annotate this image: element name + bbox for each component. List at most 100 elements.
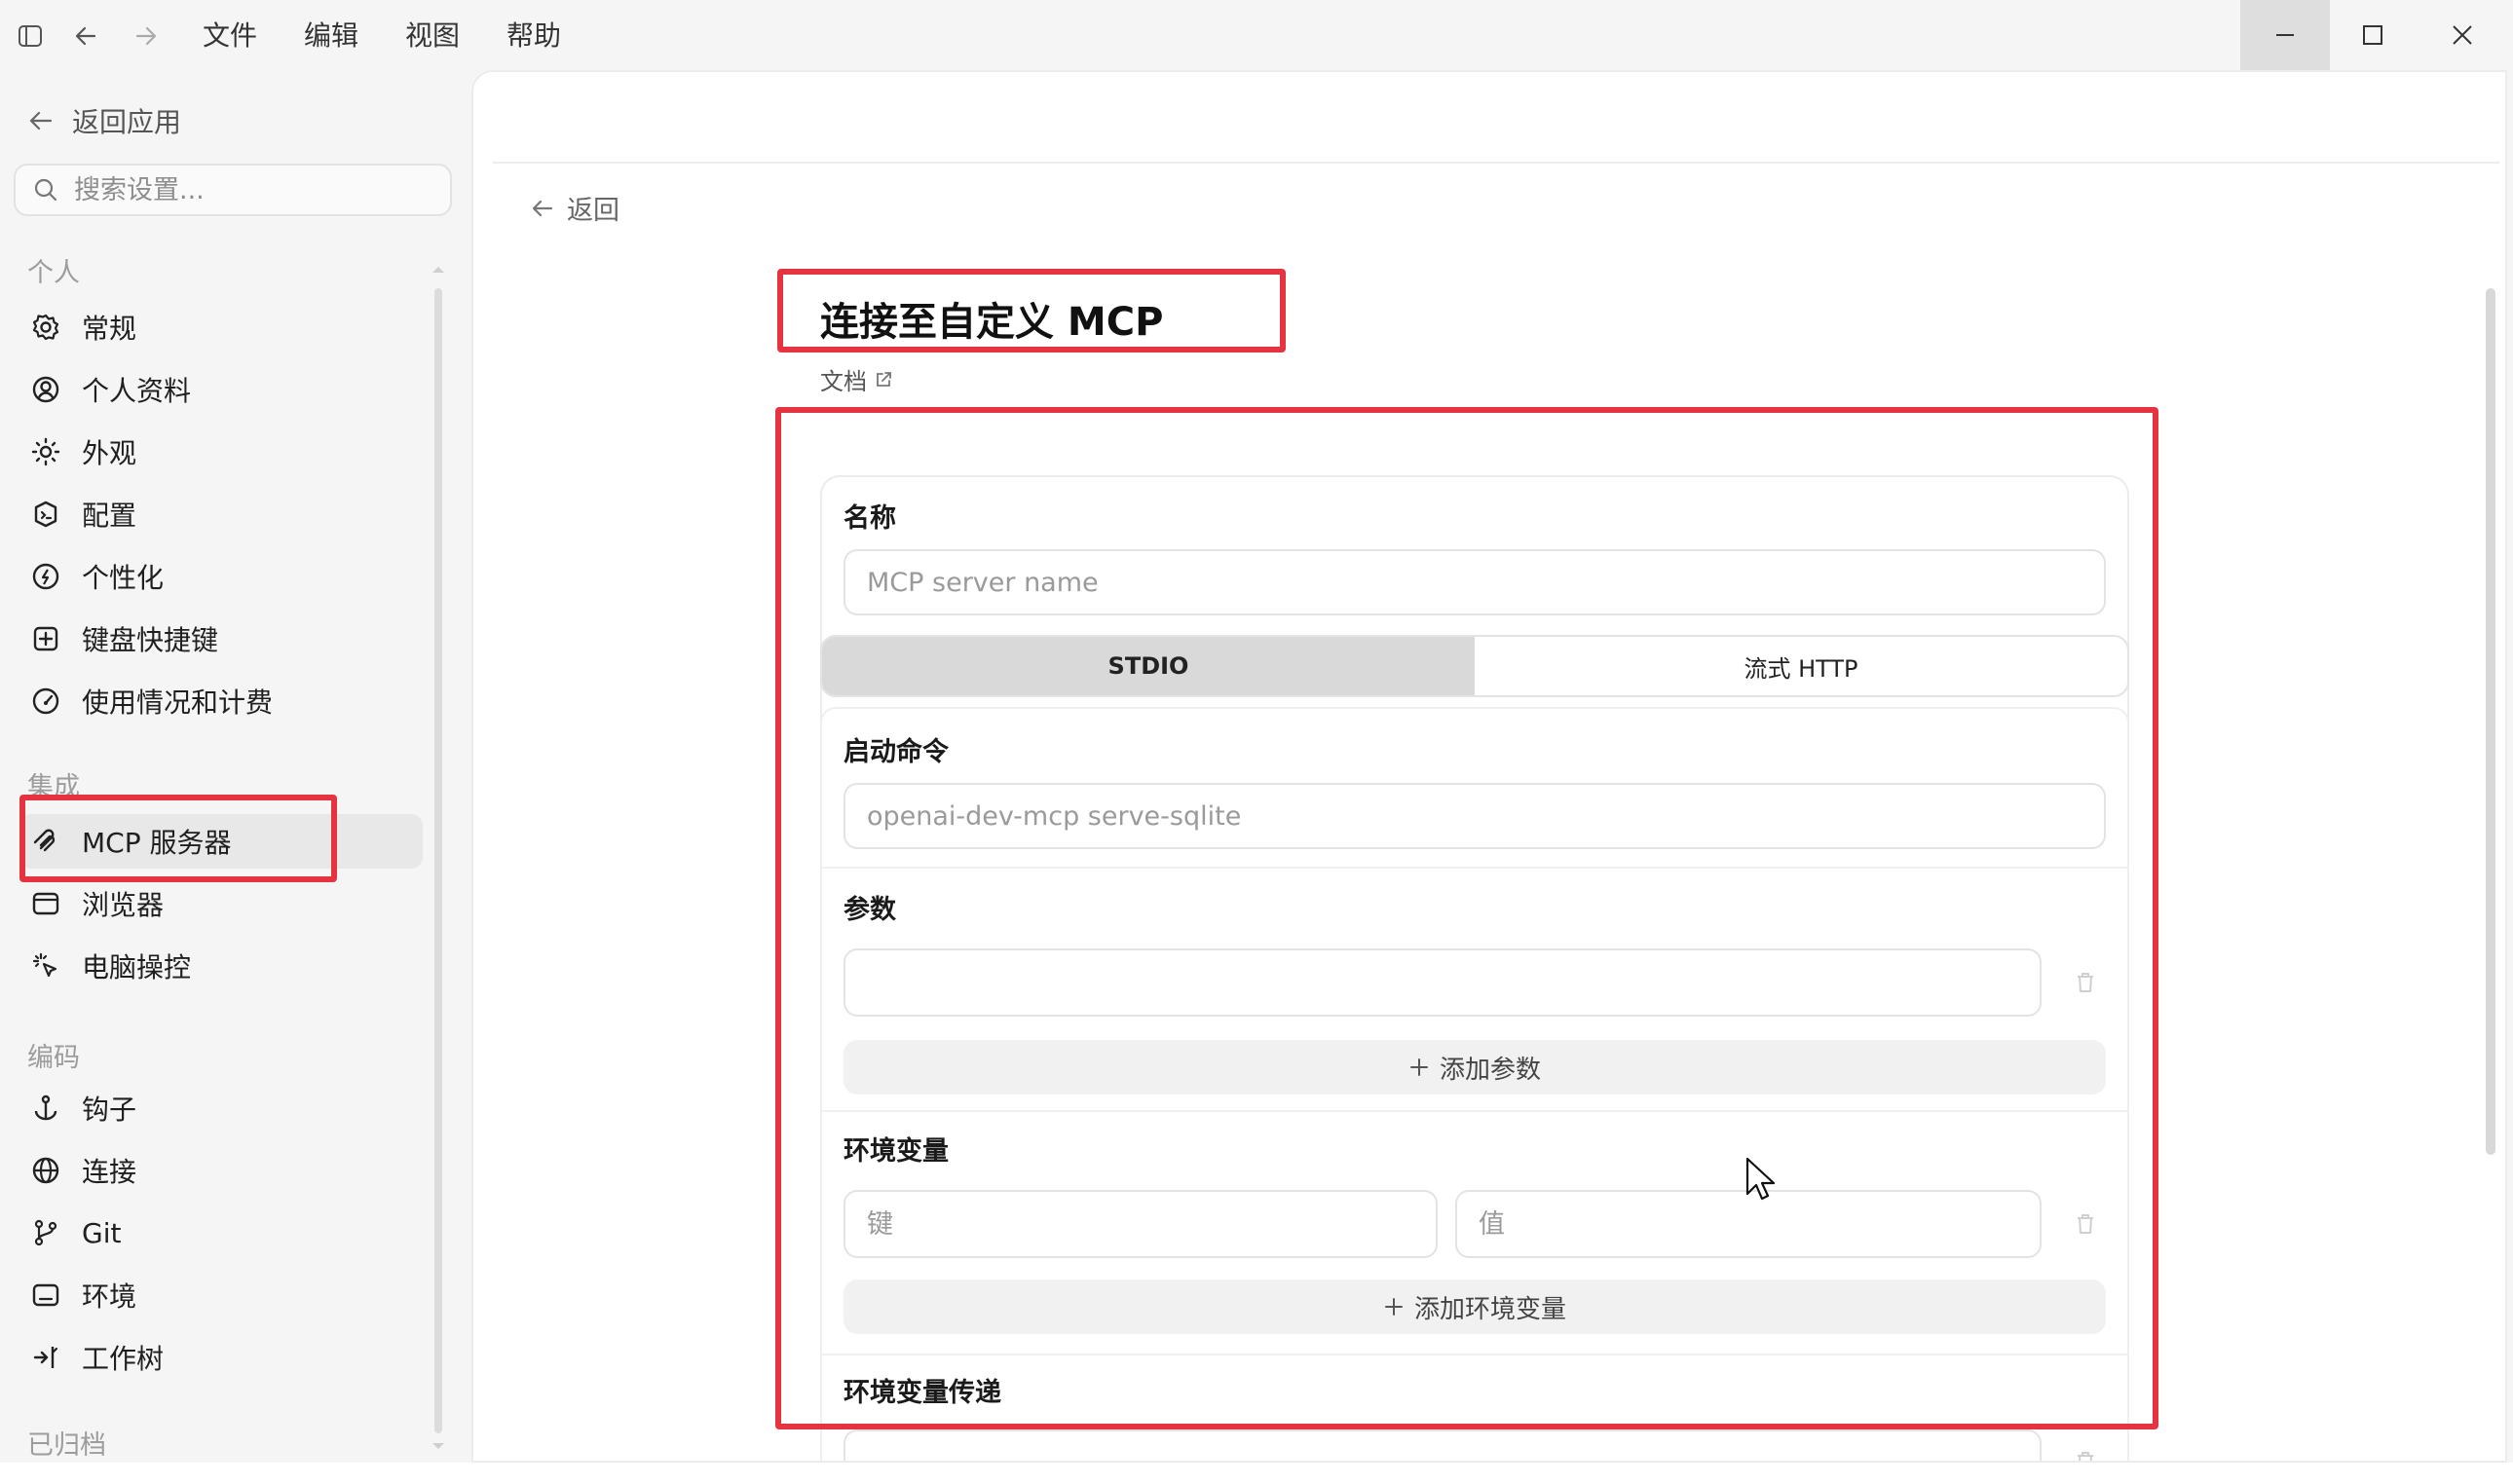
- title-bar: 文件 编辑 视图 帮助: [0, 0, 2513, 72]
- sidebar-item-profile[interactable]: 个人资料: [19, 362, 423, 417]
- sidebar-item-label: 连接: [82, 1156, 137, 1188]
- sidebar-item-mcp-servers[interactable]: MCP 服务器: [19, 814, 423, 869]
- sidebar-item-browser[interactable]: 浏览器: [19, 876, 423, 931]
- add-env-label: 添加环境变量: [1413, 1294, 1566, 1324]
- scroll-up-icon[interactable]: [429, 263, 448, 277]
- section-divider: [820, 1354, 2129, 1355]
- section-label-integrations: 集成: [27, 772, 80, 802]
- sidebar-item-computer-control[interactable]: 电脑操控: [19, 939, 423, 993]
- external-link-icon: [875, 371, 892, 389]
- sidebar-item-label: 浏览器: [82, 889, 165, 921]
- sidebar-toggle-icon[interactable]: [8, 0, 53, 72]
- sidebar-item-label: 使用情况和计费: [82, 686, 274, 719]
- menu-edit[interactable]: 编辑: [304, 18, 358, 55]
- menu-view[interactable]: 视图: [405, 18, 460, 55]
- section-label-coding: 编码: [27, 1043, 80, 1073]
- sun-icon: [29, 435, 62, 468]
- sidebar-item-keyboard-shortcuts[interactable]: 键盘快捷键: [19, 612, 423, 666]
- sidebar-scrollbar[interactable]: [434, 288, 442, 1433]
- content-scrollbar[interactable]: [2486, 288, 2495, 1155]
- argument-input[interactable]: [844, 948, 2042, 1017]
- sidebar-item-label: 常规: [82, 313, 137, 345]
- sidebar-item-hooks[interactable]: 钩子: [19, 1081, 423, 1135]
- arrow-left-icon: [530, 196, 555, 221]
- env-label: 环境变量: [844, 1136, 949, 1167]
- sidebar-item-connections[interactable]: 连接: [19, 1143, 423, 1198]
- header-divider: [493, 162, 2499, 164]
- maximize-button[interactable]: [2328, 0, 2418, 70]
- gauge-icon: [29, 685, 62, 718]
- nav-back-icon[interactable]: [64, 0, 107, 72]
- sidebar-item-label: 个人资料: [82, 375, 192, 407]
- add-env-button[interactable]: 添加环境变量: [844, 1280, 2106, 1334]
- docs-label: 文档: [820, 368, 867, 395]
- add-argument-button[interactable]: 添加参数: [844, 1040, 2106, 1094]
- minimize-button[interactable]: [2240, 0, 2330, 70]
- command-input[interactable]: [844, 783, 2106, 849]
- sidebar-item-label: 个性化: [82, 562, 165, 594]
- add-argument-label: 添加参数: [1439, 1055, 1541, 1085]
- sidebar-item-label: 电脑操控: [82, 951, 192, 983]
- user-circle-icon: [29, 373, 62, 406]
- transport-toggle: STDIO 流式 HTTP: [820, 635, 2129, 697]
- back-link[interactable]: 返回: [530, 189, 619, 227]
- command-label: 启动命令: [844, 737, 949, 767]
- mcp-icon: [29, 825, 62, 858]
- sidebar-item-config[interactable]: 配置: [19, 487, 423, 541]
- sidebar-item-general[interactable]: 常规: [19, 300, 423, 354]
- env-passthrough-input[interactable]: [844, 1429, 2042, 1461]
- search-icon: [33, 177, 58, 203]
- delete-argument-icon[interactable]: [2071, 968, 2100, 997]
- terminal-icon: [29, 1279, 62, 1312]
- sidebar-item-worktree[interactable]: 工作树: [19, 1330, 423, 1385]
- section-divider: [820, 1110, 2129, 1112]
- keyboard-icon: [29, 622, 62, 655]
- arrow-left-icon: [27, 107, 55, 134]
- transport-stdio-option[interactable]: STDIO: [822, 637, 1475, 695]
- server-name-input[interactable]: [844, 549, 2106, 615]
- anchor-icon: [29, 1092, 62, 1125]
- sidebar-item-label: 配置: [82, 500, 137, 532]
- menu-file[interactable]: 文件: [203, 18, 257, 55]
- worktree-icon: [29, 1341, 62, 1374]
- section-label-personal: 个人: [27, 258, 80, 288]
- mouse-cursor-icon: [1745, 1157, 1775, 1202]
- gear-icon: [29, 311, 62, 344]
- env-passthrough-label: 环境变量传递: [844, 1378, 1001, 1408]
- personalize-icon: [29, 560, 62, 593]
- sidebar-item-usage-billing[interactable]: 使用情况和计费: [19, 674, 423, 728]
- sidebar-item-label: 键盘快捷键: [82, 624, 219, 656]
- nav-forward-icon[interactable]: [125, 0, 168, 72]
- name-label: 名称: [844, 503, 896, 534]
- cursor-click-icon: [29, 949, 62, 983]
- section-label-archived: 已归档: [27, 1430, 106, 1461]
- plus-icon: [1408, 1057, 1430, 1078]
- delete-env-icon[interactable]: [2071, 1209, 2100, 1239]
- settings-sidebar: 返回应用 个人 常规 个人资料 外观 配置 个性化: [0, 72, 469, 1474]
- config-icon: [29, 498, 62, 531]
- sidebar-item-label: 环境: [82, 1280, 137, 1313]
- sidebar-item-git[interactable]: Git: [19, 1206, 423, 1260]
- window-bottom-edge: [0, 1463, 2513, 1484]
- back-to-app-label: 返回应用: [72, 106, 182, 138]
- settings-search-input[interactable]: [72, 173, 427, 206]
- settings-search[interactable]: [14, 164, 452, 216]
- scroll-down-icon[interactable]: [429, 1439, 448, 1453]
- back-to-app-link[interactable]: 返回应用: [27, 99, 181, 142]
- menu-help[interactable]: 帮助: [506, 18, 561, 55]
- transport-http-option[interactable]: 流式 HTTP: [1475, 637, 2127, 695]
- docs-link[interactable]: 文档: [820, 362, 892, 396]
- page-title: 连接至自定义 MCP: [820, 300, 1164, 345]
- close-window-button[interactable]: [2418, 0, 2507, 70]
- plus-icon: [1383, 1296, 1405, 1317]
- sidebar-item-label: 钩子: [82, 1094, 137, 1126]
- env-key-input[interactable]: [844, 1190, 1438, 1258]
- delete-passthrough-icon[interactable]: [2071, 1447, 2100, 1461]
- sidebar-item-environment[interactable]: 环境: [19, 1268, 423, 1322]
- sidebar-item-personalize[interactable]: 个性化: [19, 549, 423, 604]
- sidebar-item-appearance[interactable]: 外观: [19, 425, 423, 479]
- sidebar-item-label: 外观: [82, 437, 137, 469]
- sidebar-item-label: Git: [82, 1216, 122, 1249]
- section-divider: [820, 867, 2129, 869]
- browser-icon: [29, 887, 62, 920]
